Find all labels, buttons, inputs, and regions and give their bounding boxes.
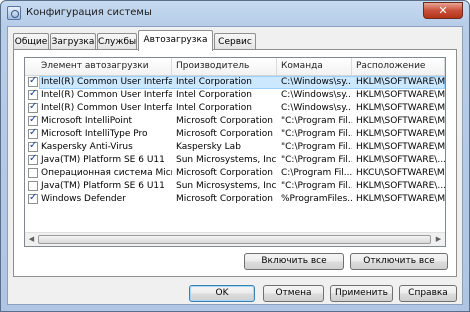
cell-vendor: Microsoft Corporation bbox=[176, 194, 273, 204]
startup-checkbox[interactable]: ✓ bbox=[28, 127, 38, 139]
list-row[interactable]: ✓ Intel(R) Common User Interface Intel C… bbox=[25, 88, 445, 102]
checkmark-icon: ✓ bbox=[29, 140, 38, 151]
checkmark-icon: ✓ bbox=[29, 127, 38, 138]
horizontal-scrollbar[interactable]: ◀ ▶ bbox=[25, 232, 445, 246]
system-config-icon bbox=[7, 6, 21, 20]
checkmark-icon: ✓ bbox=[29, 192, 38, 203]
cell-command: C:\Windows\sy... bbox=[281, 77, 352, 87]
list-row[interactable]: ✓ Microsoft IntelliPoint Microsoft Corpo… bbox=[25, 114, 445, 128]
list-row[interactable]: ✓ Intel(R) Common User Interface Intel C… bbox=[25, 75, 445, 89]
scroll-left-icon[interactable]: ◀ bbox=[26, 234, 37, 245]
startup-list[interactable]: Элемент автозагрузки Производитель Коман… bbox=[24, 57, 446, 247]
column-header-location[interactable]: Расположение bbox=[352, 58, 445, 75]
tab-general[interactable]: Общие bbox=[13, 33, 49, 50]
help-button[interactable]: Справка bbox=[399, 285, 457, 302]
cell-vendor: Intel Corporation bbox=[176, 77, 252, 87]
startup-checkbox[interactable]: ✓ bbox=[28, 192, 38, 204]
list-row[interactable]: Операционная система Micro... Microsoft … bbox=[25, 167, 445, 180]
enable-all-button[interactable]: Включить все bbox=[244, 253, 344, 270]
cell-item: Java(TM) Platform SE 6 U11 bbox=[41, 155, 165, 165]
startup-panel: Элемент автозагрузки Производитель Коман… bbox=[13, 49, 457, 277]
cell-location: HKLM\SOFTWARE\M... bbox=[356, 90, 445, 100]
cell-vendor: Intel Corporation bbox=[176, 103, 252, 113]
startup-checkbox[interactable]: ✓ bbox=[28, 153, 38, 165]
startup-checkbox[interactable]: ✓ bbox=[28, 140, 38, 152]
list-row[interactable]: ✓ Java(TM) Platform SE 6 U11 Sun Microsy… bbox=[25, 153, 445, 167]
list-row[interactable]: Java(TM) Platform SE 6 U11 Sun Microsyst… bbox=[25, 180, 445, 193]
cell-item: Intel(R) Common User Interface bbox=[41, 90, 172, 100]
cell-location: HKLM\SOFTWARE\M... bbox=[356, 194, 445, 204]
column-header-item[interactable]: Элемент автозагрузки bbox=[25, 58, 172, 75]
cell-command: %ProgramFiles... bbox=[281, 194, 352, 204]
cell-location: HKLM\SOFTWARE\... bbox=[356, 181, 445, 191]
cell-command: "C:\Program Fil... bbox=[281, 155, 352, 165]
cell-location: HKLM\SOFTWARE\M... bbox=[356, 142, 445, 152]
title-bar[interactable]: Конфигурация системы ✕ bbox=[1, 1, 469, 25]
startup-checkbox[interactable]: ✓ bbox=[28, 88, 38, 100]
cell-vendor: Microsoft Corporation bbox=[176, 168, 273, 178]
cell-location: HKLM\SOFTWARE\M... bbox=[356, 77, 445, 87]
list-row[interactable]: ✓ Microsoft IntelliType Pro Microsoft Co… bbox=[25, 127, 445, 141]
scrollbar-thumb[interactable] bbox=[38, 235, 431, 244]
tab-boot[interactable]: Загрузка bbox=[50, 33, 96, 50]
cancel-button[interactable]: Отмена bbox=[263, 285, 324, 302]
cell-item: Intel(R) Common User Interface bbox=[41, 103, 172, 113]
cell-location: HKCU\SOFTWARE\M... bbox=[356, 168, 445, 178]
list-row[interactable]: ✓ Intel(R) Common User Interface Intel C… bbox=[25, 101, 445, 115]
startup-checkbox[interactable]: ✓ bbox=[28, 114, 38, 126]
startup-checkbox[interactable] bbox=[28, 181, 38, 191]
cell-vendor: Sun Microsystems, Inc. bbox=[176, 155, 277, 165]
cell-command: C:\Program Fil... bbox=[281, 168, 352, 178]
cell-vendor: Microsoft Corporation bbox=[176, 116, 273, 126]
tab-services[interactable]: Службы bbox=[97, 33, 137, 50]
cell-item: Java(TM) Platform SE 6 U11 bbox=[41, 181, 165, 191]
apply-button[interactable]: Применить bbox=[330, 285, 393, 302]
column-header-vendor[interactable]: Производитель bbox=[172, 58, 277, 75]
cell-command: "C:\Program Fil... bbox=[281, 142, 352, 152]
startup-checkbox[interactable]: ✓ bbox=[28, 101, 38, 113]
cell-item: Microsoft IntelliType Pro bbox=[41, 129, 148, 139]
dialog-window: Конфигурация системы ✕ Общие Загрузка Сл… bbox=[0, 0, 470, 312]
cell-command: "C:\Program Fil... bbox=[281, 116, 352, 126]
cell-location: HKLM\SOFTWARE\M... bbox=[356, 129, 445, 139]
checkmark-icon: ✓ bbox=[29, 75, 38, 86]
cell-command: C:\Windows\sy... bbox=[281, 90, 352, 100]
cell-command: C:\Windows\sy... bbox=[281, 103, 352, 113]
cell-command: "C:\Program Fil... bbox=[281, 129, 352, 139]
checkmark-icon: ✓ bbox=[29, 101, 38, 112]
cell-item: Kaspersky Anti-Virus bbox=[41, 142, 133, 152]
window-title: Конфигурация системы bbox=[26, 7, 152, 18]
tab-startup[interactable]: Автозагрузка bbox=[138, 30, 213, 51]
close-button[interactable]: ✕ bbox=[423, 2, 463, 19]
cell-item: Операционная система Micro... bbox=[41, 168, 172, 178]
cell-vendor: Kaspersky Lab bbox=[176, 142, 241, 152]
startup-checkbox[interactable]: ✓ bbox=[28, 75, 38, 87]
list-header: Элемент автозагрузки Производитель Коман… bbox=[25, 58, 445, 76]
list-row[interactable]: ✓ Kaspersky Anti-Virus Kaspersky Lab "C:… bbox=[25, 140, 445, 154]
ok-button[interactable]: OK bbox=[189, 285, 255, 302]
cell-vendor: Microsoft Corporation bbox=[176, 129, 273, 139]
scroll-right-icon[interactable]: ▶ bbox=[433, 234, 444, 245]
checkmark-icon: ✓ bbox=[29, 88, 38, 99]
cell-location: HKLM\SOFTWARE\M... bbox=[356, 116, 445, 126]
list-row[interactable]: ✓ Windows Defender Microsoft Corporation… bbox=[25, 192, 445, 206]
cell-location: HKLM\SOFTWARE\... bbox=[356, 155, 445, 165]
checkmark-icon: ✓ bbox=[29, 153, 38, 164]
tab-tools[interactable]: Сервис bbox=[214, 33, 256, 50]
cell-location: HKLM\SOFTWARE\M... bbox=[356, 103, 445, 113]
dialog-client: Общие Загрузка Службы Автозагрузка Серви… bbox=[7, 26, 463, 305]
cell-item: Intel(R) Common User Interface bbox=[41, 77, 172, 87]
checkmark-icon: ✓ bbox=[29, 114, 38, 125]
disable-all-button[interactable]: Отключить все bbox=[350, 253, 448, 270]
cell-command: "C:\Program Fil... bbox=[281, 181, 352, 191]
startup-checkbox[interactable] bbox=[28, 168, 38, 178]
cell-item: Windows Defender bbox=[41, 194, 126, 204]
cell-vendor: Intel Corporation bbox=[176, 90, 252, 100]
column-header-command[interactable]: Команда bbox=[277, 58, 352, 75]
cell-item: Microsoft IntelliPoint bbox=[41, 116, 133, 126]
cell-vendor: Sun Microsystems, Inc. bbox=[176, 181, 277, 191]
